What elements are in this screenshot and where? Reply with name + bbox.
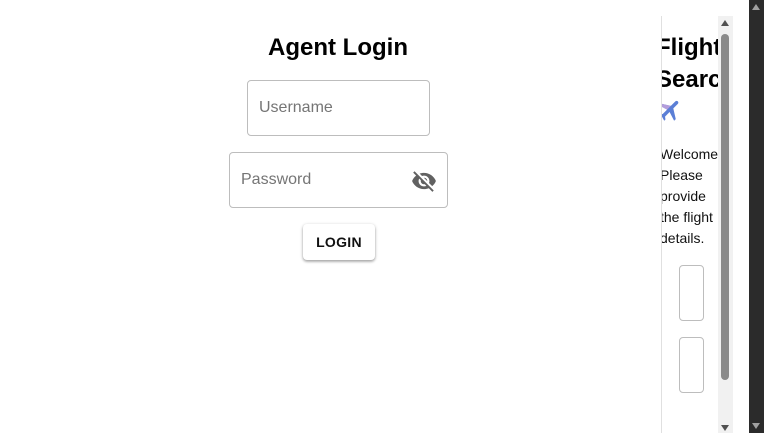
scroll-up-arrow-icon[interactable] [721,20,729,26]
password-input[interactable] [241,153,401,207]
app-viewport: Agent Login LOGIN Flight Search Welcome … [0,0,764,433]
flight-search-panel: Flight Search Welcome Please provide the… [661,16,719,433]
window-scroll-down-arrow-icon[interactable] [752,423,760,429]
scroll-down-arrow-icon[interactable] [721,425,729,431]
flight-field-2[interactable] [679,337,704,393]
scroll-thumb[interactable] [721,34,729,380]
window-scrollbar[interactable] [749,0,764,433]
panel-scrollbar[interactable] [718,16,733,433]
username-input[interactable] [259,81,419,135]
welcome-text: Welcome Please provide the flight detail… [661,146,719,246]
login-button[interactable]: LOGIN [303,224,375,260]
password-field[interactable] [229,152,448,208]
airplane-icon [662,96,684,124]
password-visibility-toggle-icon[interactable] [411,168,437,194]
flight-field-1[interactable] [679,265,704,321]
eye-off-icon [412,171,436,192]
username-field[interactable] [247,80,430,136]
login-title: Agent Login [268,34,408,61]
flight-search-title: Flight Search [662,34,719,93]
window-scroll-up-arrow-icon[interactable] [752,4,760,10]
gutter [733,0,749,433]
